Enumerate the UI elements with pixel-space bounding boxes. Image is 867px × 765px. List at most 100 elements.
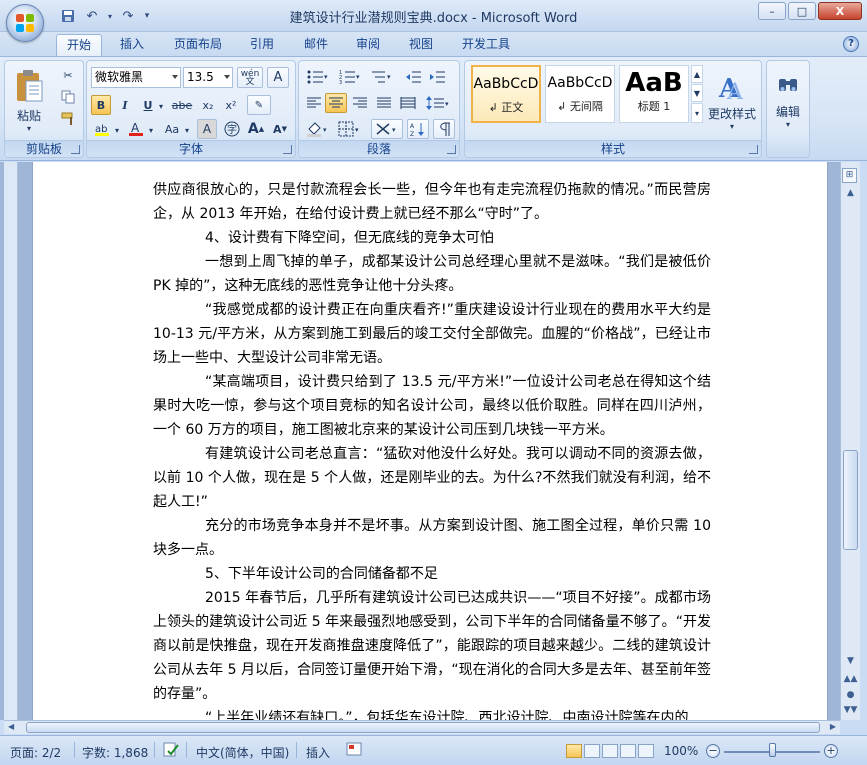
highlight-icon[interactable]: ab	[91, 119, 113, 139]
style-heading-1[interactable]: AaB 标题 1	[619, 65, 689, 123]
minimize-button[interactable]: –	[758, 2, 786, 20]
bullets-icon[interactable]: ▾	[303, 67, 333, 87]
document-paragraph[interactable]: 4、设计费有下降空间，但无底线的竞争太可怕	[153, 226, 711, 250]
borders-icon[interactable]: ▾	[335, 119, 365, 139]
horizontal-scrollbar[interactable]: ◀ ▶	[4, 720, 840, 734]
tab-home[interactable]: 开始	[56, 34, 103, 56]
increase-indent-icon[interactable]	[427, 67, 449, 87]
show-hide-marks-icon[interactable]	[433, 119, 455, 139]
strikethrough-button[interactable]: abe	[169, 95, 195, 115]
document-paragraph[interactable]: 有建筑设计公司老总直言：“猛砍对他没什么好处。我可以调动不同的资源去做，以前 1…	[153, 442, 711, 514]
enclose-characters-icon[interactable]: 字	[221, 119, 243, 139]
styles-more-icon[interactable]: ▾	[691, 103, 703, 123]
print-layout-view-icon[interactable]	[566, 744, 582, 758]
font-color-dropdown-icon[interactable]: ▾	[147, 125, 155, 135]
underline-dropdown-icon[interactable]: ▾	[157, 101, 165, 111]
proofing-icon[interactable]	[162, 741, 180, 762]
sort-icon[interactable]: AZ	[407, 119, 429, 139]
view-ruler-icon[interactable]: ⊞	[842, 168, 857, 183]
font-dialog-launcher-icon[interactable]	[283, 145, 292, 154]
document-paragraph[interactable]: 充分的市场竞争本身并不是坏事。从方案到设计图、施工图全过程，单价只需 10 块多…	[153, 514, 711, 562]
scroll-up-icon[interactable]: ▲	[843, 186, 858, 201]
draft-view-icon[interactable]	[638, 744, 654, 758]
word-count[interactable]: 字数: 1,868	[82, 744, 148, 761]
full-screen-reading-view-icon[interactable]	[584, 744, 600, 758]
align-right-icon[interactable]	[349, 93, 371, 113]
zoom-in-icon[interactable]: +	[824, 744, 838, 758]
line-spacing-icon[interactable]: ▾	[423, 93, 453, 113]
change-styles-button[interactable]: AA 更改样式 ▾	[705, 65, 759, 137]
vertical-scrollbar[interactable]: ▲ ▼ ▲▲ ● ▼▼	[840, 162, 860, 720]
change-case-dropdown-icon[interactable]: ▾	[183, 125, 191, 135]
tab-view[interactable]: 视图	[399, 34, 443, 56]
font-size-combo[interactable]: 13.5	[183, 67, 233, 88]
vertical-scroll-thumb[interactable]	[843, 450, 858, 550]
character-border-button[interactable]: A	[267, 67, 289, 88]
tab-references[interactable]: 引用	[240, 34, 284, 56]
italic-button[interactable]: I	[114, 95, 136, 115]
shrink-font-button[interactable]: A ▼	[269, 119, 291, 139]
document-paragraph[interactable]: 一想到上周飞掉的单子，成都某设计公司总经理心里就不是滋味。“我们是被低价 PK …	[153, 250, 711, 298]
bold-button[interactable]: B	[91, 95, 111, 115]
tab-page-layout[interactable]: 页面布局	[164, 34, 232, 56]
insert-mode[interactable]: 插入	[306, 744, 330, 761]
tab-review[interactable]: 审阅	[346, 34, 390, 56]
zoom-slider-thumb[interactable]	[768, 743, 776, 757]
numbering-icon[interactable]: 1 2 3 ▾	[335, 67, 365, 87]
subscript-button[interactable]: x₂	[197, 95, 219, 115]
language-status[interactable]: 中文(简体，中国)	[196, 744, 289, 761]
font-name-combo[interactable]: 微软雅黑	[91, 67, 181, 88]
cut-icon[interactable]: ✂	[57, 65, 79, 85]
copy-icon[interactable]	[57, 87, 79, 107]
shading-icon[interactable]: ▾	[303, 119, 333, 139]
grow-font-button[interactable]: A ▲	[245, 119, 267, 139]
document-page[interactable]: 供应商很放心的，只是付款流程会长一些，但今年也有走完流程仍拖款的情况。”而民营房…	[32, 162, 828, 720]
phonetic-guide-button[interactable]: wén 文	[237, 67, 263, 88]
clipboard-dialog-launcher-icon[interactable]	[71, 145, 80, 154]
decrease-indent-icon[interactable]	[403, 67, 425, 87]
select-browse-object-icon[interactable]: ●	[843, 688, 858, 703]
zoom-out-icon[interactable]: −	[706, 744, 720, 758]
format-painter-icon[interactable]	[57, 109, 79, 129]
page-count[interactable]: 页面: 2/2	[10, 744, 61, 761]
help-icon[interactable]: ?	[843, 36, 859, 52]
horizontal-scroll-thumb[interactable]	[26, 722, 820, 733]
character-shading-button[interactable]: A	[197, 119, 217, 139]
office-button[interactable]	[6, 4, 44, 42]
zoom-level[interactable]: 100%	[664, 744, 698, 758]
document-paragraph[interactable]: “我感觉成都的设计费正在向重庆看齐!”重庆建设设计行业现在的费用水平大约是 10…	[153, 298, 711, 370]
scroll-right-icon[interactable]: ▶	[830, 722, 836, 731]
paragraph-dialog-launcher-icon[interactable]	[447, 145, 456, 154]
justify-icon[interactable]	[373, 93, 395, 113]
paste-button[interactable]: 粘贴 ▾	[9, 65, 49, 137]
styles-scroll-up-icon[interactable]: ▲	[691, 65, 703, 83]
outline-view-icon[interactable]	[620, 744, 636, 758]
change-case-button[interactable]: Aa	[159, 119, 185, 139]
document-body[interactable]: 供应商很放心的，只是付款流程会长一些，但今年也有走完流程仍拖款的情况。”而民营房…	[153, 178, 711, 720]
underline-button[interactable]: U	[137, 95, 159, 115]
document-paragraph[interactable]: 5、下半年设计公司的合同储备都不足	[153, 562, 711, 586]
font-color-icon[interactable]: A	[125, 119, 147, 139]
align-center-icon[interactable]	[325, 93, 347, 113]
styles-dialog-launcher-icon[interactable]	[749, 145, 758, 154]
previous-page-icon[interactable]: ▲▲	[843, 672, 858, 687]
style-normal[interactable]: AaBbCcD ↲ 正文	[471, 65, 541, 123]
next-page-icon[interactable]: ▼▼	[843, 703, 858, 718]
style-no-spacing[interactable]: AaBbCcD ↲ 无间隔	[545, 65, 615, 123]
web-layout-view-icon[interactable]	[602, 744, 618, 758]
chinese-layout-icon[interactable]: ▾	[371, 119, 403, 139]
document-paragraph[interactable]: “某高端项目，设计费只给到了 13.5 元/平方米!”一位设计公司老总在得知这个…	[153, 370, 711, 442]
scroll-down-icon[interactable]: ▼	[843, 654, 858, 669]
scroll-left-icon[interactable]: ◀	[8, 722, 14, 731]
close-button[interactable]: X	[818, 2, 862, 20]
macro-recording-icon[interactable]	[346, 742, 362, 759]
highlight-dropdown-icon[interactable]: ▾	[113, 125, 121, 135]
editing-button[interactable]: 编辑 ▾	[769, 65, 807, 137]
multilevel-list-icon[interactable]: ▾	[367, 67, 397, 87]
maximize-button[interactable]: □	[788, 2, 816, 20]
distributed-icon[interactable]	[397, 93, 419, 113]
align-left-icon[interactable]	[303, 93, 325, 113]
document-paragraph[interactable]: 2015 年春节后，几乎所有建筑设计公司已达成共识——“项目不好接”。成都市场上…	[153, 586, 711, 706]
tab-developer[interactable]: 开发工具	[452, 34, 520, 56]
tab-insert[interactable]: 插入	[110, 34, 154, 56]
